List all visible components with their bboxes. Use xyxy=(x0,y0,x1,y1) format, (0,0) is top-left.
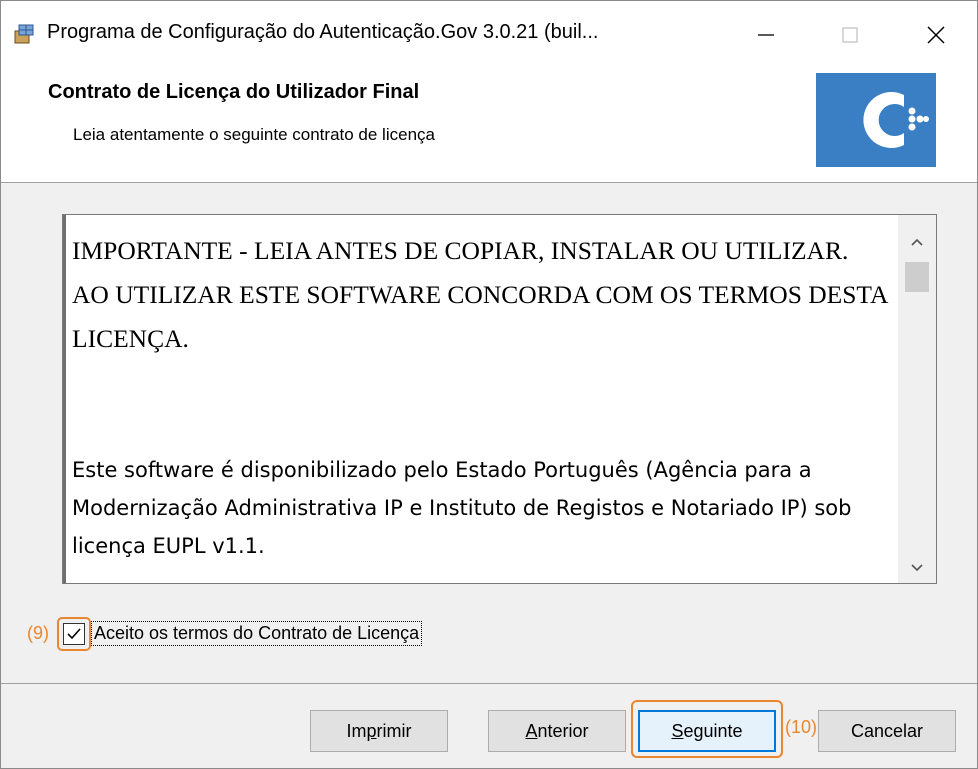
chevron-down-icon xyxy=(911,564,923,572)
autenticacao-gov-logo xyxy=(816,73,936,167)
close-icon xyxy=(927,26,945,44)
minimize-icon xyxy=(758,34,774,36)
accept-terms-label[interactable]: Aceito os termos do Contrato de Licença xyxy=(91,621,423,646)
accept-terms-checkbox[interactable] xyxy=(63,623,85,645)
license-text-box[interactable]: IMPORTANTE - LEIA ANTES DE COPIAR, INSTA… xyxy=(62,214,937,584)
back-button-label: Anterior xyxy=(525,720,589,741)
license-content: IMPORTANTE - LEIA ANTES DE COPIAR, INSTA… xyxy=(63,215,896,583)
back-button[interactable]: Anterior xyxy=(488,710,626,752)
cancel-button[interactable]: Cancelar xyxy=(818,710,956,752)
scroll-thumb[interactable] xyxy=(905,262,929,292)
title-bar: Programa de Configuração do Autenticação… xyxy=(1,1,977,65)
cancel-button-label: Cancelar xyxy=(850,720,924,741)
installer-window: Programa de Configuração do Autenticação… xyxy=(0,0,978,769)
license-paragraph: Este software é disponibilizado pelo Est… xyxy=(72,458,852,558)
header-banner: Contrato de Licença do Utilizador Final … xyxy=(1,65,977,183)
chevron-up-icon xyxy=(911,238,923,246)
window-title: Programa de Configuração do Autenticação… xyxy=(47,21,599,43)
print-button[interactable]: Imprimir xyxy=(310,710,448,752)
license-heading: IMPORTANTE - LEIA ANTES DE COPIAR, INSTA… xyxy=(72,236,887,353)
maximize-button[interactable] xyxy=(827,13,873,57)
installer-app-icon xyxy=(14,24,34,44)
annotation-10: (10) xyxy=(785,717,818,737)
footer-divider xyxy=(1,683,977,684)
maximize-icon xyxy=(842,27,858,43)
banner-title: Contrato de Licença do Utilizador Final xyxy=(48,81,420,103)
license-scrollbar[interactable] xyxy=(898,215,936,583)
scroll-down-button[interactable] xyxy=(898,551,936,583)
annotation-9: (9) xyxy=(27,623,49,643)
checkmark-icon xyxy=(67,628,81,640)
next-button-label: Seguinte xyxy=(671,720,743,741)
minimize-button[interactable] xyxy=(743,13,789,57)
logo-glyph-icon xyxy=(863,92,929,148)
print-button-label: Imprimir xyxy=(346,720,412,741)
banner-subtitle: Leia atentamente o seguinte contrato de … xyxy=(73,125,435,144)
next-button[interactable]: Seguinte xyxy=(638,710,776,752)
close-button[interactable] xyxy=(913,13,959,57)
scroll-up-button[interactable] xyxy=(898,225,936,259)
